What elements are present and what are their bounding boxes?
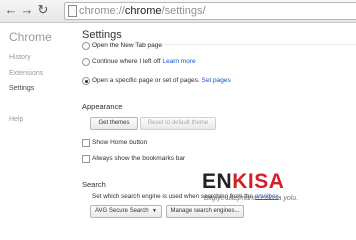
startup-radio-specific[interactable] bbox=[82, 77, 90, 85]
bookmarks-bar-label[interactable]: Always show the bookmarks bar bbox=[92, 155, 185, 162]
startup-radio-continue[interactable] bbox=[82, 58, 90, 66]
logo-text: ENKISA bbox=[202, 170, 285, 193]
page-icon bbox=[68, 5, 77, 17]
startup-radio-newtab[interactable] bbox=[82, 42, 90, 50]
chevron-down-icon: ▼ bbox=[152, 208, 157, 214]
get-themes-button[interactable]: Get themes bbox=[90, 117, 138, 130]
sidebar-item-settings[interactable]: Settings bbox=[9, 85, 34, 92]
sidebar: Chrome History Extensions Settings Help bbox=[0, 23, 70, 220]
browser-toolbar: ← → ↻ chrome://chrome/settings/ bbox=[0, 0, 356, 23]
url-text: chrome://chrome/settings/ bbox=[79, 5, 206, 17]
home-button-checkbox[interactable] bbox=[82, 139, 90, 147]
startup-option-continue[interactable]: Continue where I left off Learn more bbox=[92, 58, 196, 65]
sidebar-item-extensions[interactable]: Extensions bbox=[9, 70, 43, 77]
reload-icon[interactable]: ↻ bbox=[36, 3, 50, 17]
startup-option-specific[interactable]: Open a specific page or set of pages. Se… bbox=[92, 77, 231, 84]
forward-icon[interactable]: → bbox=[20, 3, 34, 17]
page-title: Settings bbox=[82, 29, 122, 41]
home-button-label[interactable]: Show Home button bbox=[92, 139, 147, 146]
sidebar-item-history[interactable]: History bbox=[9, 54, 31, 61]
set-pages-link[interactable]: Set pages bbox=[202, 77, 231, 84]
sidebar-item-help[interactable]: Help bbox=[9, 116, 23, 123]
omnibox[interactable]: chrome://chrome/settings/ bbox=[64, 2, 356, 20]
search-heading: Search bbox=[82, 180, 106, 189]
watermark-logo: ENKISA Bilgiye ulaşmanın enkısa yolu. bbox=[202, 170, 352, 210]
bookmarks-bar-checkbox[interactable] bbox=[82, 155, 90, 163]
learn-more-link[interactable]: Learn more bbox=[162, 58, 195, 65]
startup-option-newtab[interactable]: Open the New Tab page bbox=[92, 42, 162, 49]
back-icon[interactable]: ← bbox=[4, 3, 18, 17]
search-engine-select[interactable]: AVG Secure Search ▼ bbox=[90, 205, 162, 218]
appearance-heading: Appearance bbox=[82, 102, 123, 111]
logo-slogan: Bilgiye ulaşmanın enkısa yolu. bbox=[204, 195, 299, 202]
reset-theme-button[interactable]: Reset to default theme bbox=[140, 117, 216, 130]
sidebar-brand: Chrome bbox=[9, 30, 52, 44]
